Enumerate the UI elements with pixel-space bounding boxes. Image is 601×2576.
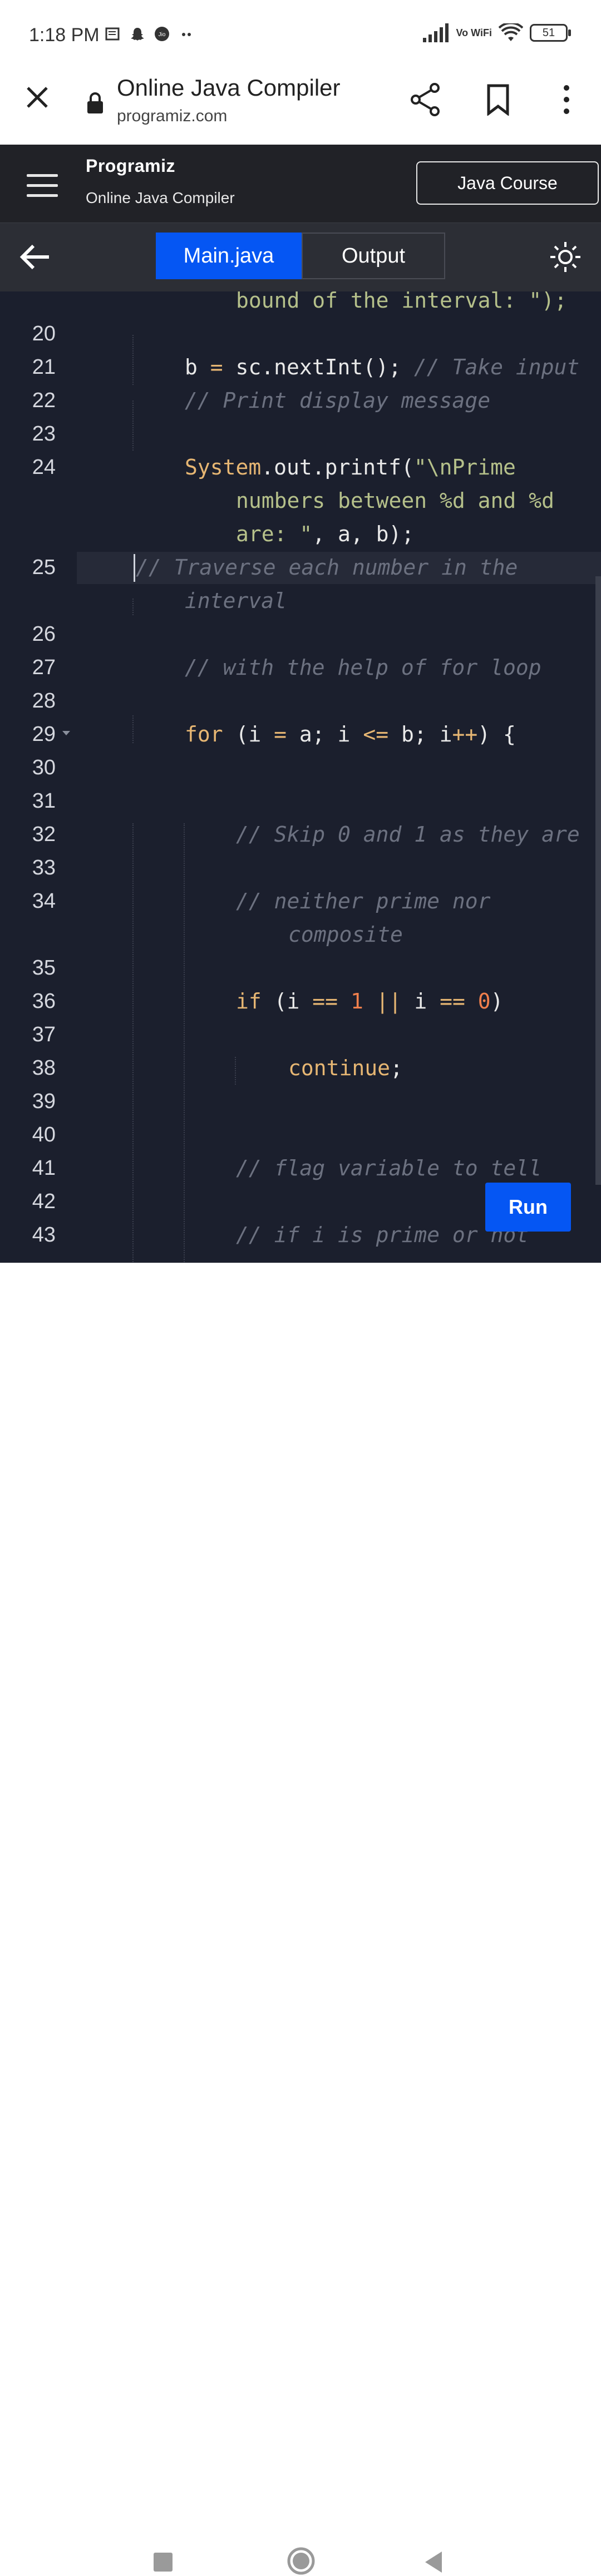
code-line-active: 25 // Traverse each number in the xyxy=(0,551,601,584)
code-comment: // Skip 0 and 1 as they are xyxy=(236,822,580,847)
line-number: 30 xyxy=(32,756,56,779)
more-notifications-icon xyxy=(182,33,191,36)
code-line: 27 // with the help of for loop xyxy=(0,651,601,684)
signal-icon xyxy=(422,23,449,42)
line-number: 23 xyxy=(32,422,56,446)
code-line: 36 if (i == 1 || i == 0) xyxy=(0,985,601,1018)
battery-icon: 51 xyxy=(530,24,571,42)
vowifi-label: Vo WiFi xyxy=(456,27,492,38)
code-line: 21 b = sc.nextInt(); // Take input xyxy=(0,350,601,384)
back-arrow-icon[interactable] xyxy=(18,239,53,275)
run-button[interactable]: Run xyxy=(485,1183,571,1232)
programiz-logo[interactable]: Programiz xyxy=(86,156,175,176)
code-text: for (i = a; i <= b; i++) { xyxy=(185,722,516,746)
java-course-button[interactable]: Java Course xyxy=(416,161,599,205)
status-time: 1:18 PM xyxy=(29,24,100,46)
svg-text:Jio: Jio xyxy=(159,32,166,38)
share-icon[interactable] xyxy=(409,82,442,117)
code-text: if (i == 1 || i == 0) xyxy=(236,989,504,1013)
line-number: 32 xyxy=(32,823,56,846)
code-comment: // Traverse each number in the xyxy=(136,555,518,580)
code-wrap-line: are: ", a, b); xyxy=(236,522,415,546)
code-line: 38 continue; xyxy=(0,1051,601,1085)
code-comment: // Print display message xyxy=(185,388,491,413)
code-line: 34 // neither prime nor xyxy=(0,884,601,918)
fold-arrow-icon[interactable] xyxy=(62,731,70,735)
line-number: 20 xyxy=(32,322,56,345)
notification-icons: Jio xyxy=(105,26,195,42)
recents-icon[interactable] xyxy=(152,2552,174,2573)
code-line: 39 xyxy=(0,1085,601,1118)
code-line: 32 // Skip 0 and 1 as they are xyxy=(0,818,601,851)
more-options-icon[interactable] xyxy=(556,83,577,116)
line-number: 29 xyxy=(32,723,56,746)
code-line: 37 xyxy=(0,1018,601,1051)
tab-output[interactable]: Output xyxy=(302,233,445,279)
bookmark-icon[interactable] xyxy=(484,83,512,116)
code-comment: // flag variable to tell xyxy=(236,1156,542,1180)
line-number: 24 xyxy=(32,456,56,479)
indent-guide xyxy=(132,599,134,615)
home-icon[interactable] xyxy=(286,2546,316,2576)
line-number: 28 xyxy=(32,689,56,713)
line-number: 22 xyxy=(32,389,56,412)
snapchat-icon xyxy=(131,28,144,41)
code-line: 20 xyxy=(0,317,601,350)
code-line: 26 xyxy=(0,617,601,651)
line-number: 39 xyxy=(32,1090,56,1113)
wifi-icon xyxy=(499,23,523,41)
code-line: 24 System.out.printf("\nPrime xyxy=(0,451,601,484)
code-text: System.out.printf("\nPrime xyxy=(185,455,516,479)
line-number: 40 xyxy=(32,1123,56,1146)
theme-toggle-icon[interactable] xyxy=(549,240,582,274)
close-icon[interactable] xyxy=(21,81,53,113)
status-bar: 1:18 PM Jio Vo WiFi 51 xyxy=(0,0,601,72)
code-line: 29 for (i = a; i <= b; i++) { xyxy=(0,718,601,751)
code-text: b = sc.nextInt(); // Take input xyxy=(185,355,580,379)
line-number: 42 xyxy=(32,1190,56,1213)
line-number: 37 xyxy=(32,1023,56,1046)
browser-url[interactable]: programiz.com xyxy=(117,107,227,126)
code-wrap-line: interval xyxy=(185,589,287,613)
line-number: 33 xyxy=(32,856,56,879)
code-wrap-line: numbers between %d and %d xyxy=(236,488,554,513)
code-line: 40 xyxy=(0,1118,601,1151)
news-icon xyxy=(105,27,120,41)
code-comment: // with the help of for loop xyxy=(185,655,541,680)
line-number: 27 xyxy=(32,656,56,679)
code-line: 31 xyxy=(0,784,601,818)
code-line: 28 xyxy=(0,684,601,718)
code-overflow-line: bound of the interval: "); xyxy=(236,291,567,313)
line-number: 35 xyxy=(32,956,56,980)
line-number: 31 xyxy=(32,789,56,813)
lock-icon xyxy=(87,92,103,113)
back-nav-icon[interactable] xyxy=(423,2550,444,2574)
system-nav-bar xyxy=(0,1263,601,2575)
line-number: 26 xyxy=(32,622,56,646)
jio-icon: Jio xyxy=(155,27,169,41)
code-wrap-line: composite xyxy=(288,922,403,947)
code-line: 23 xyxy=(0,417,601,451)
code-line: 30 xyxy=(0,751,601,784)
code-editor[interactable]: bound of the interval: "); 20 21 b = sc.… xyxy=(0,291,601,1263)
line-number: 36 xyxy=(32,990,56,1013)
code-comment: // neither prime nor xyxy=(236,889,491,913)
tab-main-java[interactable]: Main.java xyxy=(156,233,302,279)
line-number: 34 xyxy=(32,889,56,913)
code-line: 41 // flag variable to tell xyxy=(0,1151,601,1185)
menu-icon[interactable] xyxy=(27,167,58,204)
line-number: 38 xyxy=(32,1056,56,1080)
browser-page-title[interactable]: Online Java Compiler xyxy=(117,75,341,101)
line-number: 25 xyxy=(32,556,56,579)
code-line: 22 // Print display message xyxy=(0,384,601,417)
line-number: 43 xyxy=(32,1223,56,1247)
line-number: 21 xyxy=(32,355,56,379)
code-text: continue; xyxy=(288,1056,403,1080)
code-line: 33 xyxy=(0,851,601,884)
site-subtitle: Online Java Compiler xyxy=(86,189,235,206)
code-line: 35 xyxy=(0,951,601,985)
line-number: 41 xyxy=(32,1156,56,1180)
